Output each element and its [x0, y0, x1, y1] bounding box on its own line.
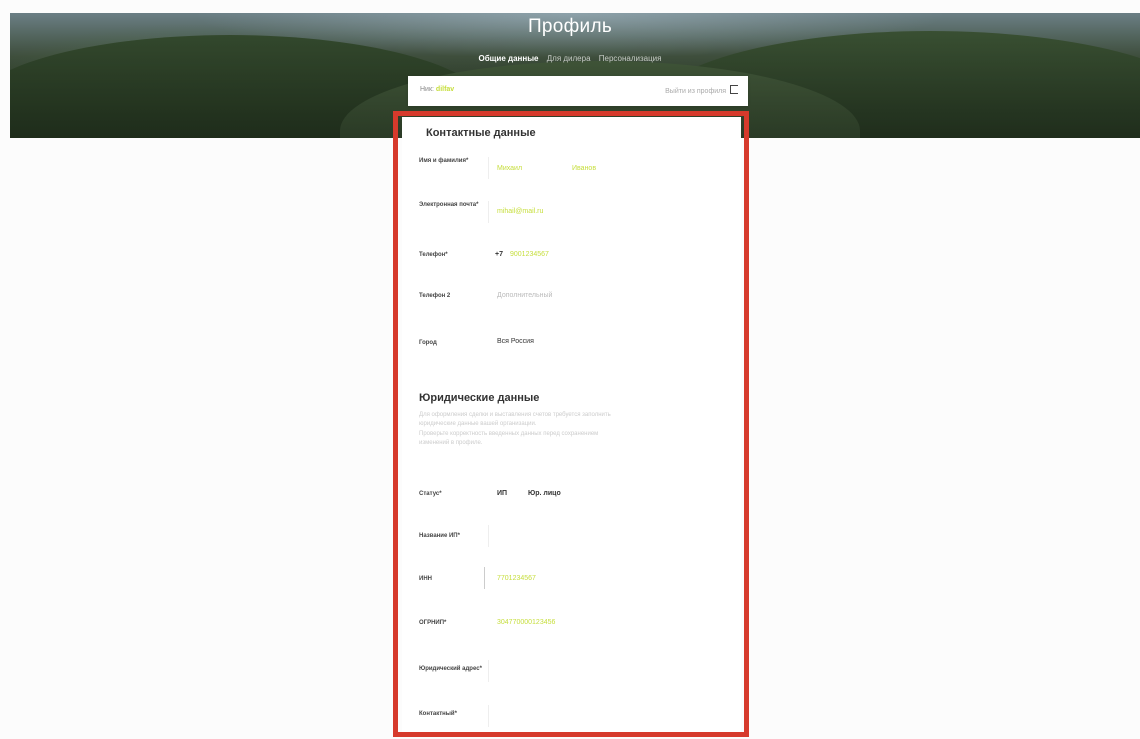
- inn-label: ИНН: [419, 576, 432, 582]
- nickname-value: dilfav: [435, 86, 455, 93]
- city-label: Город: [419, 340, 437, 346]
- phone-label: Телефон*: [419, 252, 448, 258]
- last-name-input[interactable]: Иванов: [572, 165, 596, 172]
- status-option-ip[interactable]: ИП: [497, 490, 507, 497]
- status-label: Статус*: [419, 491, 442, 497]
- first-name-input[interactable]: Михаил: [497, 165, 522, 172]
- name-field-border: [488, 157, 489, 179]
- org-name-input[interactable]: [488, 525, 489, 547]
- extra-phone-label: Телефон 2: [419, 293, 451, 299]
- tab-general[interactable]: Общие данные: [479, 54, 539, 63]
- legal-section-title: Юридические данные: [419, 392, 540, 404]
- email-input[interactable]: mihail@mail.ru: [497, 208, 543, 215]
- legal-note: изменений в профиле.: [419, 440, 483, 446]
- name-label: Имя и фамилия*: [419, 158, 469, 164]
- logout-button[interactable]: Выйти из профиля: [665, 85, 738, 95]
- email-field-border: [488, 201, 489, 223]
- legal-note: юридические данные вашей организации.: [419, 421, 537, 427]
- account-bar: Ник: dilfav Выйти из профиля: [408, 76, 748, 106]
- address-input[interactable]: [488, 660, 489, 682]
- page-title: Профиль: [527, 16, 613, 37]
- legal-note: Проверьте корректность введенных данных …: [419, 431, 599, 437]
- contact-person-input[interactable]: [488, 705, 489, 727]
- inn-input[interactable]: 7701234567: [497, 575, 536, 582]
- ogrn-input[interactable]: 304770000123456: [497, 619, 555, 626]
- phone-input[interactable]: 9001234567: [510, 251, 549, 258]
- email-label: Электронная почта*: [419, 202, 479, 208]
- extra-phone-input[interactable]: Дополнительный: [497, 292, 552, 299]
- city-select[interactable]: Вся Россия: [497, 338, 534, 345]
- inn-field-border: [484, 567, 485, 589]
- org-name-label: Название ИП*: [419, 533, 460, 539]
- logout-label: Выйти из профиля: [665, 88, 726, 95]
- tab-personalization[interactable]: Персонализация: [599, 54, 662, 63]
- profile-form: Контактные данные Имя и фамилия* Михаил …: [402, 117, 741, 732]
- status-option-legal-entity[interactable]: Юр. лицо: [528, 490, 561, 497]
- nickname-label: Ник:: [420, 86, 436, 93]
- legal-note: Для оформления сделки и выставления счет…: [419, 412, 611, 418]
- tab-dealer[interactable]: Для дилера: [547, 54, 591, 63]
- contact-section-title: Контактные данные: [426, 127, 536, 139]
- ogrn-label: ОГРНИП*: [419, 620, 447, 626]
- contact-person-label: Контактный*: [419, 711, 457, 717]
- logout-icon: [730, 85, 738, 94]
- address-label: Юридический адрес*: [419, 666, 482, 672]
- nickname: Ник: dilfav: [420, 86, 454, 93]
- profile-tabs: Общие данные Для дилера Персонализация: [0, 54, 1140, 63]
- phone-prefix: +7: [495, 251, 503, 258]
